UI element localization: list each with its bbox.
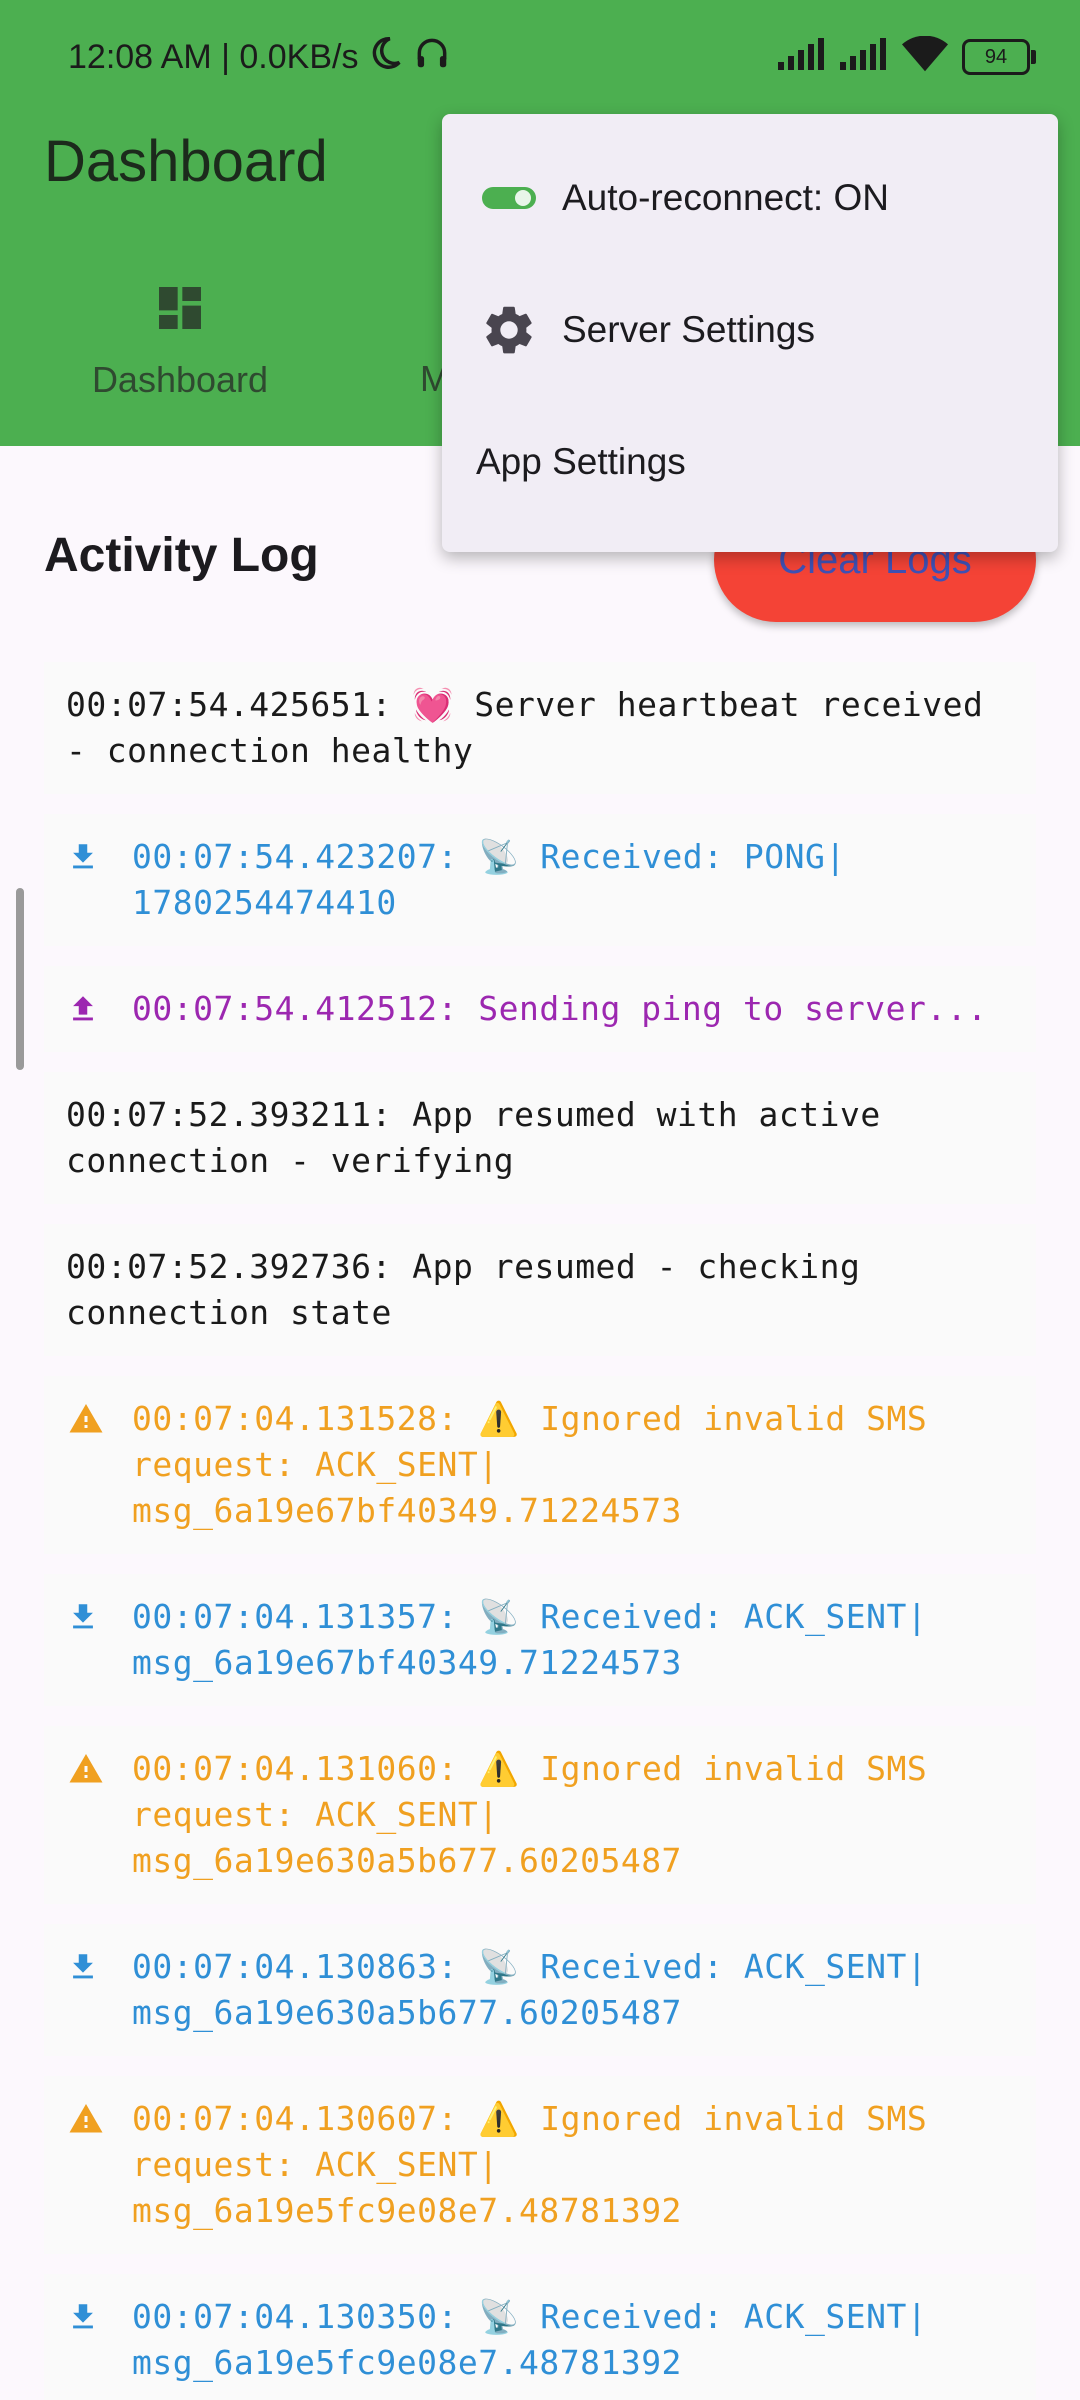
battery-icon: 94 — [962, 38, 1036, 75]
log-entry-text: 00:07:04.130863: 📡 Received: ACK_SENT| m… — [132, 1947, 928, 2032]
log-entry: 00:07:04.131528: ⚠️ Ignored invalid SMS … — [44, 1376, 1036, 1554]
signal-icon-2 — [840, 38, 888, 75]
log-entry: 00:07:52.393211: App resumed with active… — [44, 1072, 1036, 1204]
menu-item-label: Server Settings — [562, 309, 815, 350]
wifi-icon — [902, 35, 948, 77]
status-left: 12:08 AM | 0.0KB/s — [68, 34, 452, 81]
menu-item-app-settings[interactable]: App Settings — [442, 402, 1058, 522]
scrollbar[interactable] — [16, 888, 24, 1070]
page-title: Dashboard — [44, 129, 328, 194]
download-icon — [66, 1944, 110, 1990]
log-entry: 00:07:54.425651: 💓 Server heartbeat rece… — [44, 662, 1036, 794]
toggle-on-icon — [480, 169, 538, 227]
log-entry: 00:07:04.130863: 📡 Received: ACK_SENT| m… — [44, 1924, 1036, 2056]
menu-item-auto-reconnect[interactable]: Auto-reconnect: ON — [442, 138, 1058, 258]
signal-icon — [778, 38, 826, 75]
log-entry: 00:07:54.423207: 📡 Received: PONG| 17802… — [44, 814, 1036, 946]
log-entry-text: 00:07:04.131528: ⚠️ Ignored invalid SMS … — [132, 1399, 928, 1530]
download-icon — [66, 2294, 110, 2340]
log-entry: 00:07:04.130607: ⚠️ Ignored invalid SMS … — [44, 2076, 1036, 2254]
dashboard-icon — [80, 280, 280, 345]
log-entry-text: 00:07:54.423207: 📡 Received: PONG| 17802… — [132, 837, 846, 922]
moon-icon — [366, 34, 404, 81]
log-entry-text: 00:07:52.392736: App resumed - checking … — [66, 1247, 881, 1332]
status-bar: 12:08 AM | 0.0KB/s 94 — [0, 0, 1080, 120]
menu-item-server-settings[interactable]: Server Settings — [442, 270, 1058, 390]
activity-log-list[interactable]: 00:07:54.425651: 💓 Server heartbeat rece… — [44, 662, 1036, 2400]
overflow-menu: Auto-reconnect: ON Server Settings App S… — [442, 114, 1058, 552]
menu-item-label: Auto-reconnect: ON — [562, 177, 889, 218]
upload-icon — [66, 986, 110, 1032]
download-icon — [66, 834, 110, 880]
warning-icon — [66, 2096, 110, 2142]
headphones-icon — [412, 34, 452, 81]
activity-log-title: Activity Log — [44, 529, 319, 582]
log-entry-text: 00:07:04.130350: 📡 Received: ACK_SENT| m… — [132, 2297, 928, 2382]
download-icon — [66, 1594, 110, 1640]
log-entry-text: 00:07:54.412512: Sending ping to server.… — [132, 989, 988, 1028]
gear-icon — [480, 301, 538, 359]
tab-dashboard[interactable]: Dashboard — [80, 280, 280, 401]
log-entry: 00:07:04.130350: 📡 Received: ACK_SENT| m… — [44, 2274, 1036, 2400]
log-entry: 00:07:04.131060: ⚠️ Ignored invalid SMS … — [44, 1726, 1036, 1904]
log-entry-text: 00:07:04.130607: ⚠️ Ignored invalid SMS … — [132, 2099, 928, 2230]
log-entry: 00:07:54.412512: Sending ping to server.… — [44, 966, 1036, 1052]
log-entry: 00:07:04.131357: 📡 Received: ACK_SENT| m… — [44, 1574, 1036, 1706]
log-entry-text: 00:07:04.131060: ⚠️ Ignored invalid SMS … — [132, 1749, 928, 1880]
log-entry: 00:07:52.392736: App resumed - checking … — [44, 1224, 1036, 1356]
status-right: 94 — [778, 35, 1036, 77]
warning-icon — [66, 1396, 110, 1442]
log-entry-text: 00:07:04.131357: 📡 Received: ACK_SENT| m… — [132, 1597, 928, 1682]
tab-dashboard-label: Dashboard — [91, 359, 269, 400]
log-entry-text: 00:07:54.425651: 💓 Server heartbeat rece… — [66, 685, 1004, 770]
menu-item-label: App Settings — [476, 441, 686, 482]
warning-icon — [66, 1746, 110, 1792]
status-time: 12:08 AM | 0.0KB/s — [68, 38, 359, 76]
log-entry-text: 00:07:52.393211: App resumed with active… — [66, 1095, 902, 1180]
